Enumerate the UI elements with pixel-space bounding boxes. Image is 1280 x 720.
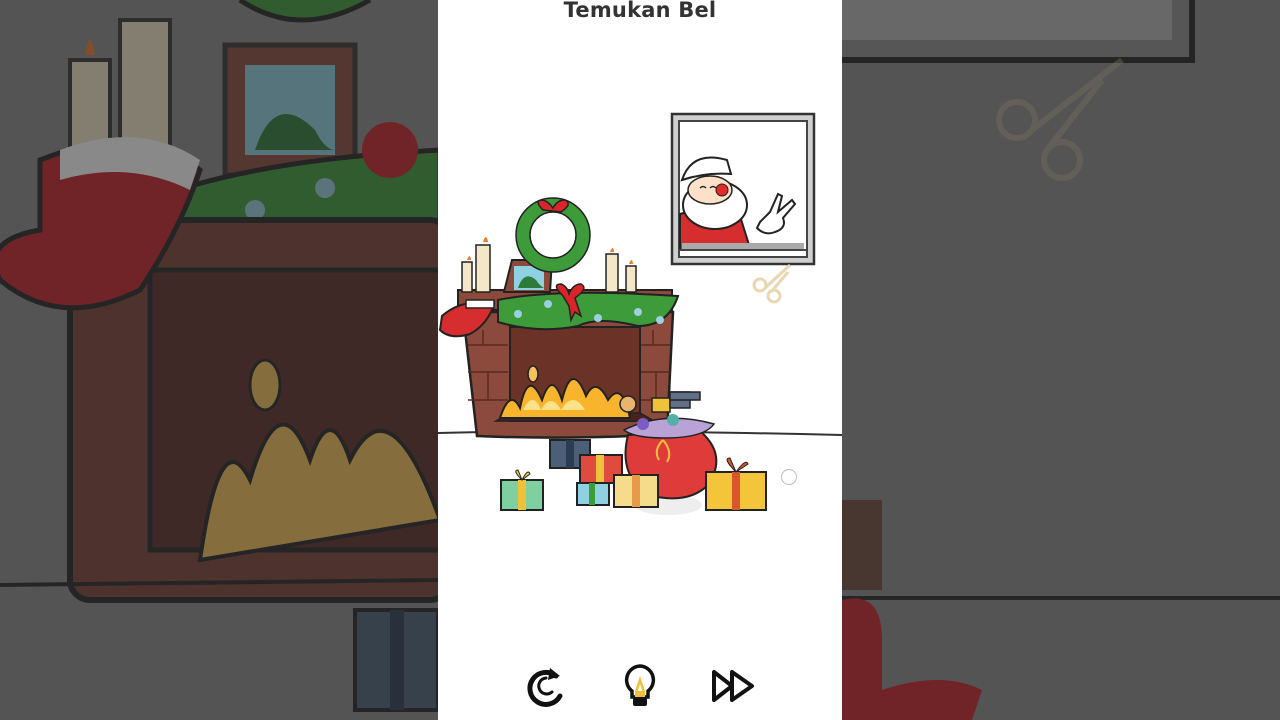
gift-blue[interactable] <box>576 482 610 506</box>
gift-cream[interactable] <box>613 474 659 508</box>
bell-item[interactable] <box>669 391 701 401</box>
restart-button[interactable] <box>522 662 570 710</box>
window-santa[interactable] <box>670 112 816 266</box>
background-blur-right <box>842 0 1280 720</box>
game-screen: Temukan Bel <box>438 0 842 720</box>
gift-green[interactable] <box>500 469 544 511</box>
scissors-item[interactable] <box>752 263 792 304</box>
fast-forward-icon <box>712 670 754 702</box>
skip-button[interactable] <box>710 662 758 710</box>
background-blur-left <box>0 0 438 720</box>
hint-button[interactable] <box>616 662 664 710</box>
restart-icon <box>527 668 563 707</box>
control-bar <box>438 655 842 720</box>
game-scene[interactable] <box>438 0 842 720</box>
wreath[interactable] <box>515 197 591 273</box>
hint-marker[interactable] <box>781 469 797 485</box>
lightbulb-icon <box>624 664 656 706</box>
